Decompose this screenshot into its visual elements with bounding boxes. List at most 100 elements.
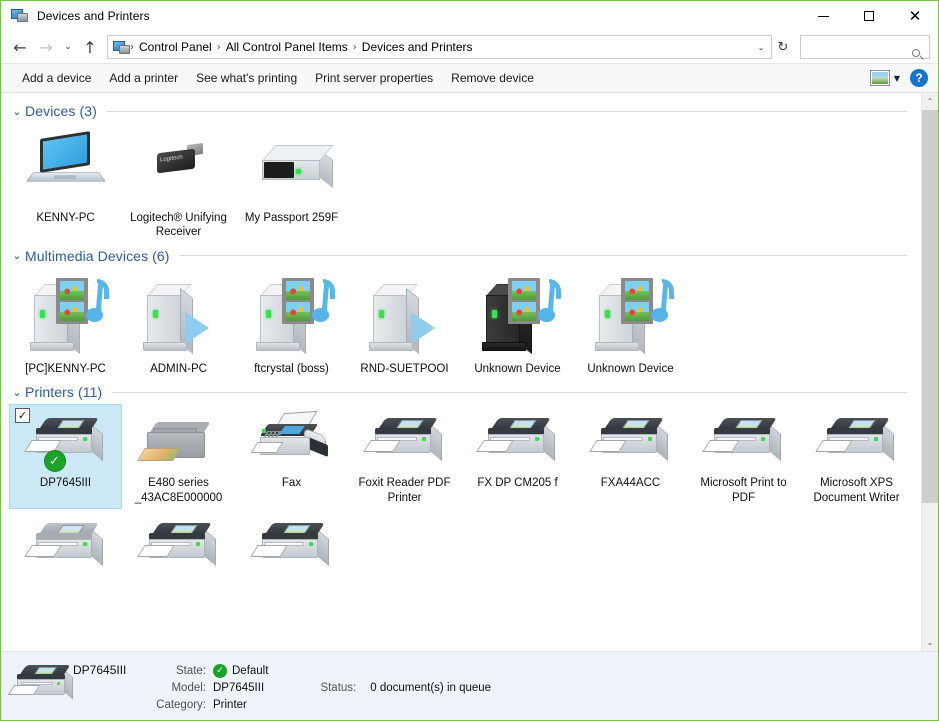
printer-icon (136, 410, 219, 472)
printer-tile-microsoft-print-to-pdf[interactable]: Microsoft Print to PDF (687, 404, 800, 509)
scroll-down-button[interactable]: ⌄ (922, 634, 938, 651)
printer-icon (7, 661, 73, 711)
add-a-device-button[interactable]: Add a device (13, 66, 100, 90)
breadcrumb-item-devices-and-printers[interactable]: Devices and Printers (358, 40, 477, 54)
laptop-icon (25, 129, 106, 207)
chevron-down-icon[interactable]: ⌄ (9, 386, 25, 399)
group-title: Multimedia Devices (6) (25, 247, 170, 264)
printer-tile-dp7645iii[interactable]: ✓ ✓ DP7645III (9, 404, 122, 509)
chevron-down-icon[interactable]: ⌄ (753, 43, 769, 52)
printer-icon (814, 410, 897, 472)
chevron-down-icon[interactable]: ▼ (892, 74, 910, 83)
printer-tile-fxa44acc[interactable]: FXA44ACC (574, 404, 687, 509)
scroll-up-button[interactable]: ⌃ (922, 93, 938, 110)
printer-tile-foxit-reader-pdf-printer[interactable]: Foxit Reader PDF Printer (348, 404, 461, 509)
printer-label: E480 series _43AC8E000000 (134, 477, 223, 504)
multimedia-label: Unknown Device (474, 362, 561, 375)
external-drive-icon (252, 129, 333, 207)
multimedia-tile-pc-kenny-pc[interactable]: [PC]KENNY-PC (9, 268, 122, 380)
divider (112, 391, 907, 393)
vertical-scrollbar[interactable]: ⌃ ⌄ (921, 93, 938, 651)
state-value: Default (232, 664, 269, 677)
devices-printers-icon (11, 7, 29, 25)
search-input[interactable] (805, 40, 909, 54)
media-device-icon (365, 274, 445, 358)
status-bar: DP7645III State: ✓ Default Model: DP7645… (1, 651, 938, 720)
printer-tile-fax[interactable]: Fax (235, 404, 348, 509)
multimedia-label: ADMIN-PC (150, 362, 207, 375)
scrollbar-track[interactable] (922, 110, 938, 634)
minimize-button[interactable] (800, 1, 846, 31)
add-a-printer-button[interactable]: Add a printer (100, 66, 187, 90)
refresh-button[interactable]: ↻ (772, 36, 794, 58)
printer-label: Microsoft Print to PDF (700, 477, 787, 504)
items-view: ⌄ Devices (3) KENNY-PC Logitech Logitech… (1, 93, 921, 651)
printer-tile-row3-1[interactable] (9, 509, 122, 585)
recent-locations-button[interactable]: ⌄ (59, 34, 77, 60)
status-queue: Status: 0 document(s) in queue (320, 679, 491, 694)
status-row-state: State: ✓ Default (151, 662, 268, 679)
state-label: State: (175, 664, 206, 677)
back-button[interactable]: ← (7, 34, 33, 60)
group-header-multimedia[interactable]: ⌄ Multimedia Devices (6) (1, 246, 921, 266)
status-label: Status: (320, 681, 357, 694)
forward-button[interactable]: → (33, 34, 59, 60)
printer-label: Microsoft XPS Document Writer (813, 477, 900, 504)
printer-label: DP7645III (39, 477, 92, 490)
printer-icon (475, 410, 558, 472)
printer-tile-row3-2[interactable] (122, 509, 235, 585)
group-header-printers[interactable]: ⌄ Printers (11) (1, 382, 921, 402)
group-title: Printers (11) (25, 384, 103, 401)
title-bar: Devices and Printers ✕ (1, 1, 938, 31)
devices-and-printers-window: Devices and Printers ✕ ← → ⌄ ↑ › Control… (0, 0, 939, 721)
printer-icon: ✓ (23, 410, 106, 473)
group-header-devices[interactable]: ⌄ Devices (3) (1, 101, 921, 121)
multimedia-tile-unknown-device-1[interactable]: Unknown Device (461, 268, 574, 380)
printer-tile-e480-series[interactable]: E480 series _43AC8E000000 (122, 404, 235, 509)
minimize-icon (817, 15, 829, 17)
multimedia-tile-admin-pc[interactable]: ADMIN-PC (122, 268, 235, 380)
multimedia-tile-unknown-device-2[interactable]: Unknown Device (574, 268, 687, 380)
breadcrumb-item-control-panel[interactable]: Control Panel (135, 40, 216, 54)
multimedia-label: ftcrystal (boss) (254, 362, 329, 375)
device-tile-logitech-receiver[interactable]: Logitech Logitech® Unifying Receiver (122, 123, 235, 244)
printer-tile-microsoft-xps-document-writer[interactable]: Microsoft XPS Document Writer (800, 404, 913, 509)
device-label: KENNY-PC (36, 212, 95, 224)
multimedia-tile-ftcrystal[interactable]: ftcrystal (boss) (235, 268, 348, 380)
selection-checkbox[interactable]: ✓ (15, 408, 30, 424)
device-tile-my-passport[interactable]: My Passport 259F (235, 123, 348, 244)
state-value-wrap: ✓ Default (213, 663, 269, 678)
breadcrumb-item-all-control-panel-items[interactable]: All Control Panel Items (222, 40, 352, 54)
breadcrumb[interactable]: › Control Panel › All Control Panel Item… (107, 35, 772, 59)
status-row-model: Model: DP7645III (151, 679, 268, 696)
usb-receiver-icon: Logitech (139, 129, 219, 207)
device-label: Logitech® Unifying Receiver (130, 212, 227, 239)
printers-tiles: ✓ ✓ DP7645III E480 series _43AC8E000000 … (1, 404, 921, 585)
print-server-properties-button[interactable]: Print server properties (306, 66, 442, 90)
chevron-down-icon[interactable]: ⌄ (9, 105, 25, 118)
category-label: Category: (156, 698, 206, 711)
group-devices: ⌄ Devices (3) KENNY-PC Logitech Logitech… (1, 101, 921, 244)
media-device-icon (252, 274, 335, 358)
search-box[interactable] (800, 35, 930, 60)
model-value: DP7645III (213, 681, 265, 694)
multimedia-label: RND-SUETPOOI (360, 362, 449, 375)
close-button[interactable]: ✕ (892, 1, 938, 31)
printer-label: FXA44ACC (600, 477, 661, 490)
device-tile-kenny-pc[interactable]: KENNY-PC (9, 123, 122, 244)
window-title: Devices and Printers (37, 9, 150, 23)
printer-tile-row3-3[interactable] (235, 509, 348, 585)
printer-tile-fx-dp-cm205-f[interactable]: FX DP CM205 f (461, 404, 574, 509)
printer-icon (588, 410, 671, 472)
fax-icon (250, 410, 332, 472)
chevron-down-icon[interactable]: ⌄ (9, 249, 25, 262)
see-whats-printing-button[interactable]: See what's printing (187, 66, 306, 90)
help-button[interactable]: ? (910, 69, 928, 87)
view-options-icon[interactable] (869, 70, 890, 86)
default-check-icon: ✓ (213, 663, 227, 678)
multimedia-tile-rnd-suetpooi[interactable]: RND-SUETPOOI (348, 268, 461, 380)
maximize-button[interactable] (846, 1, 892, 31)
remove-device-button[interactable]: Remove device (442, 66, 543, 90)
up-button[interactable]: ↑ (77, 34, 103, 60)
scrollbar-thumb[interactable] (922, 110, 938, 503)
